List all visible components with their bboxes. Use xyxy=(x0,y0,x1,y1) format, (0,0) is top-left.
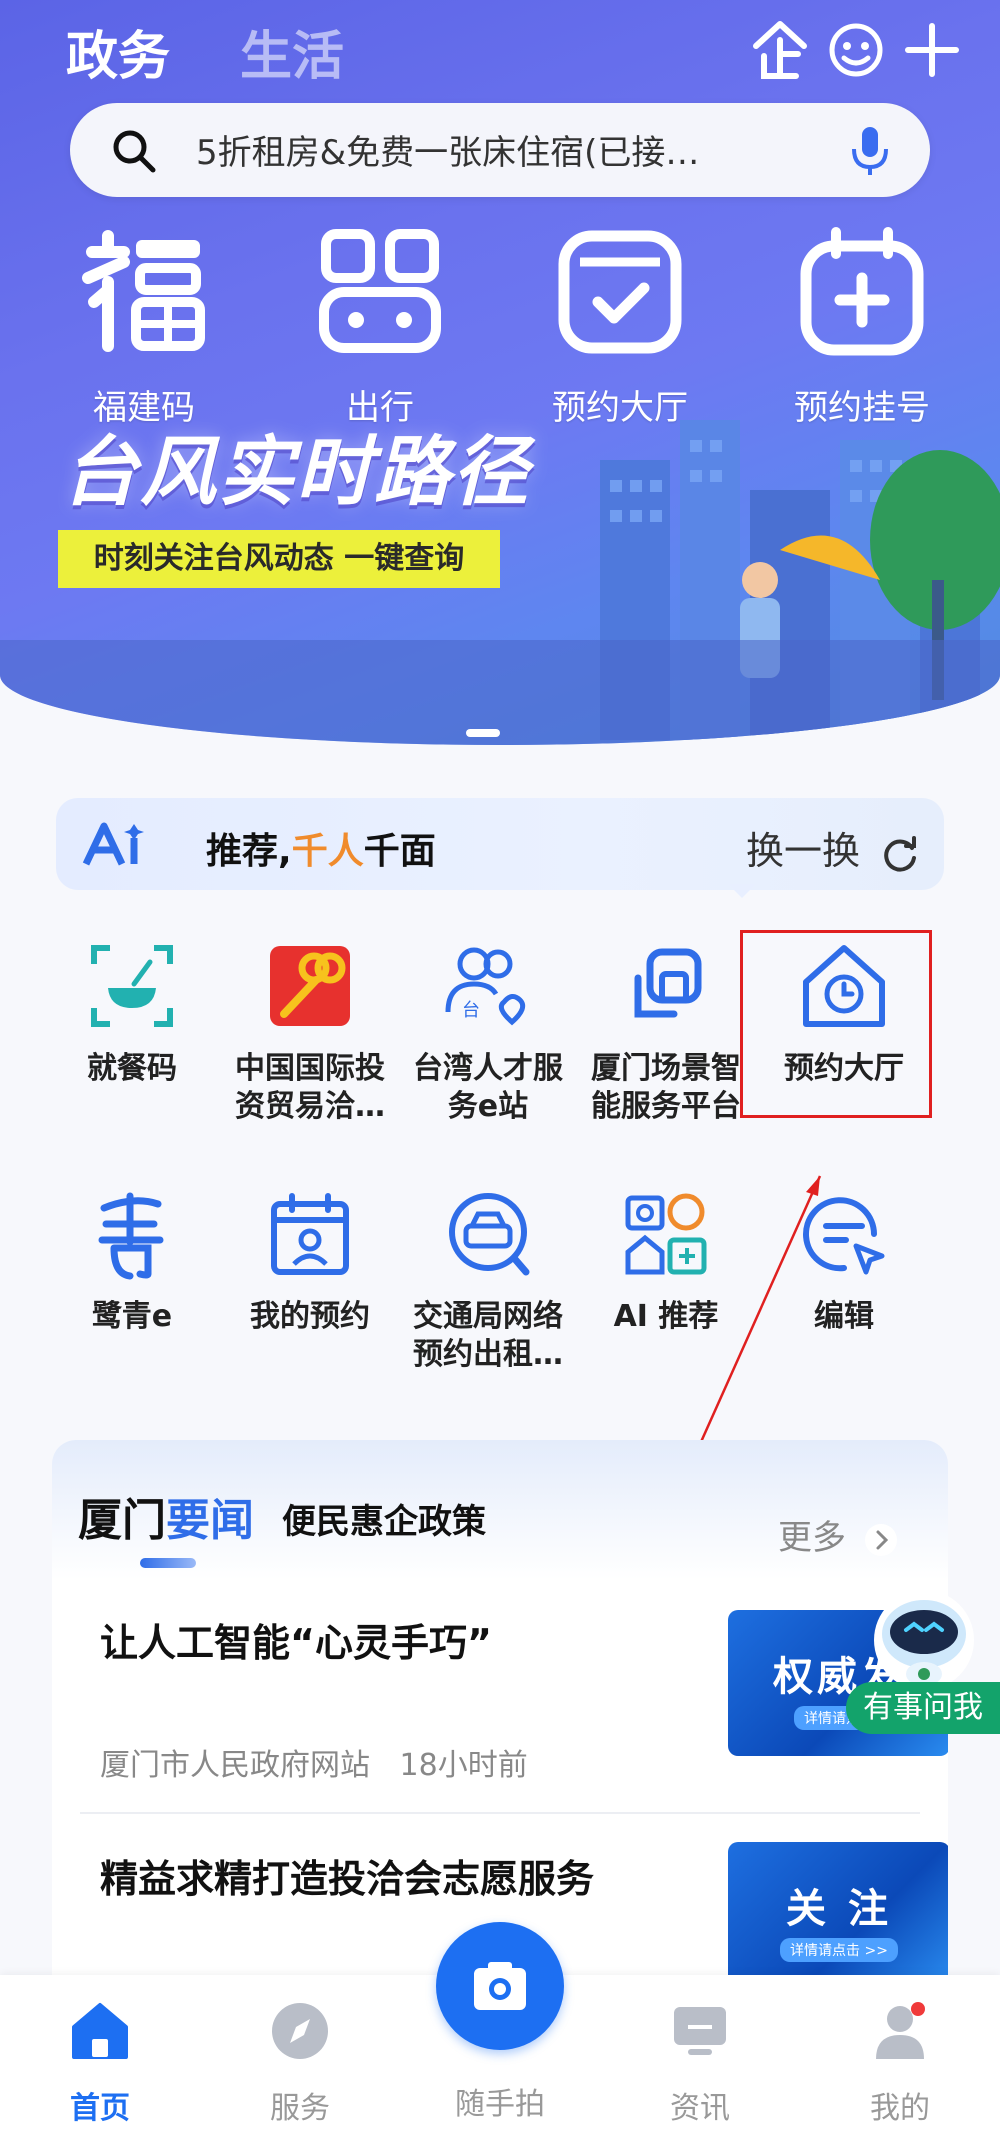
search-icon xyxy=(113,130,156,173)
news-item-meta: 厦门市人民政府网站 18小时前 xyxy=(100,1740,528,1784)
news-title-part-a: 厦门 xyxy=(78,1495,166,1546)
plus-icon[interactable] xyxy=(900,18,964,82)
assistant-float-button[interactable]: 有事问我 xyxy=(846,1586,1000,1736)
ai-recommend-icon xyxy=(625,1193,707,1275)
quick-booking-hall[interactable]: 预约大厅 xyxy=(520,222,720,429)
news-monitor-icon xyxy=(674,2007,726,2055)
chevron-right-icon xyxy=(864,1523,897,1556)
my-booking-icon xyxy=(271,1193,349,1275)
divider xyxy=(80,1812,920,1814)
compass-icon xyxy=(272,2003,328,2059)
news-item-title[interactable]: 让人工智能“心灵手巧” xyxy=(100,1612,492,1667)
grid-item-my-booking[interactable]: 我的预约 xyxy=(225,1186,395,1374)
tab-life[interactable]: 生活 xyxy=(240,14,344,89)
grid-item-label: 鹭青e xyxy=(91,1299,173,1334)
search-input[interactable]: 5折租房&免费一张床住宿(已接… xyxy=(196,125,796,174)
grid-item-scene-platform[interactable]: 厦门场景智能服务平台 xyxy=(581,938,751,1126)
recommend-title-mid: 千人 xyxy=(291,831,364,872)
news-tab-xiamen-news[interactable]: 厦门要闻 xyxy=(78,1484,254,1548)
active-tab-indicator xyxy=(140,1558,196,1568)
home-icon xyxy=(72,2003,128,2059)
refresh-icon xyxy=(884,835,917,872)
thumbnail-text: 关 注 xyxy=(786,1886,892,1932)
grid-item-ai-recommend[interactable]: AI 推荐 xyxy=(581,1186,751,1374)
news-source: 厦门市人民政府网站 xyxy=(100,1748,370,1783)
booking-calendar-icon xyxy=(558,230,682,354)
tab-government[interactable]: 政务 xyxy=(66,14,170,89)
grid-item-edit[interactable]: 编辑 xyxy=(759,1186,929,1374)
news-title-part-b: 要闻 xyxy=(166,1495,254,1546)
recommend-bar: 推荐,千人千面 换一换 xyxy=(56,798,944,890)
quick-travel[interactable]: 出行 xyxy=(280,222,480,429)
talent-service-icon: 台 xyxy=(445,947,526,1026)
recommend-title-a: 推荐, xyxy=(206,831,292,872)
grid-item-label: 编辑 xyxy=(814,1299,874,1334)
thumbnail-subtext: 详情请点击 >> xyxy=(780,1938,898,1962)
street-band xyxy=(0,640,1000,745)
assistant-label: 有事问我 xyxy=(846,1682,1000,1734)
grid-item-talent-service[interactable]: 台 台湾人才服务e站 xyxy=(403,938,573,1126)
nav-label: 首页 xyxy=(70,2091,130,2126)
edit-icon xyxy=(803,1197,885,1275)
medical-registration-icon xyxy=(800,227,924,356)
travel-icon xyxy=(319,229,441,353)
enterprise-icon[interactable] xyxy=(748,18,812,82)
grid-item-label: AI 推荐 xyxy=(613,1299,719,1334)
robot-assistant-icon xyxy=(874,1590,974,1690)
recommend-pointer xyxy=(728,884,756,898)
svg-text:台: 台 xyxy=(462,1000,480,1021)
recommend-title-b: 千面 xyxy=(363,831,436,872)
camera-button[interactable] xyxy=(436,1922,564,2050)
grid-item-label: 交通局网络预约出租… xyxy=(413,1299,563,1372)
news-tab-policy[interactable]: 便民惠企政策 xyxy=(282,1494,486,1543)
profile-icon xyxy=(876,2002,925,2059)
highlight-box xyxy=(740,930,932,1118)
more-label: 更多 xyxy=(778,1518,846,1558)
nav-label: 资讯 xyxy=(670,2091,730,2126)
refresh-label: 换一换 xyxy=(746,829,861,873)
grid-item-label: 我的预约 xyxy=(250,1299,370,1334)
more-link[interactable]: 更多 xyxy=(778,1510,899,1559)
refresh-button[interactable]: 换一换 xyxy=(746,820,920,875)
grid-item-meal-code[interactable]: 就餐码 xyxy=(47,938,217,1126)
microphone-icon[interactable] xyxy=(846,123,894,179)
grid-item-label: 中国国际投资贸易洽… xyxy=(235,1051,385,1124)
camera-icon xyxy=(474,1962,526,2010)
taxi-icon xyxy=(449,1193,530,1276)
ai-logo-icon xyxy=(82,822,144,866)
grid-item-taxi[interactable]: 交通局网络预约出租… xyxy=(403,1186,573,1374)
quick-registration[interactable]: 预约挂号 xyxy=(762,222,962,429)
scene-platform-icon xyxy=(634,948,702,1018)
support-icon[interactable] xyxy=(824,18,888,82)
search-bar[interactable]: 5折租房&免费一张床住宿(已接… xyxy=(70,103,930,197)
luqing-icon xyxy=(98,1192,164,1280)
quick-booking-hall-label: 预约大厅 xyxy=(552,388,688,428)
fujian-code-icon xyxy=(82,230,205,352)
nav-label: 我的 xyxy=(870,2091,930,2126)
recommend-title: 推荐,千人千面 xyxy=(206,822,436,874)
grid-item-luqing[interactable]: 鹭青e xyxy=(47,1186,217,1374)
grid-item-label: 就餐码 xyxy=(87,1051,177,1086)
banner-subtitle[interactable]: 时刻关注台风动态 一键查询 xyxy=(58,530,500,588)
trade-fair-icon xyxy=(270,946,350,1026)
nav-me[interactable]: 我的 xyxy=(800,1999,1000,2127)
news-thumbnail[interactable]: 关 注 详情请点击 >> xyxy=(728,1842,948,1988)
nav-label: 服务 xyxy=(270,2091,330,2126)
nav-label: 随手拍 xyxy=(455,2087,545,2122)
carousel-indicator xyxy=(466,729,500,737)
grid-item-label: 台湾人才服务e站 xyxy=(413,1051,563,1124)
news-card: 厦门要闻 便民惠企政策 更多 让人工智能“心灵手巧” 厦门市人民政府网站 18小… xyxy=(52,1440,948,2000)
nav-news[interactable]: 资讯 xyxy=(600,1999,800,2127)
news-time: 18小时前 xyxy=(399,1748,528,1783)
grid-item-label: 厦门场景智能服务平台 xyxy=(591,1051,741,1124)
meal-code-icon xyxy=(91,945,173,1027)
grid-item-trade-fair[interactable]: 中国国际投资贸易洽… xyxy=(225,938,395,1126)
nav-services[interactable]: 服务 xyxy=(200,1999,400,2127)
nav-home[interactable]: 首页 xyxy=(0,1999,200,2127)
news-item-title[interactable]: 精益求精打造投洽会志愿服务 xyxy=(100,1848,594,1903)
quick-registration-label: 预约挂号 xyxy=(794,388,930,428)
quick-fujian-code[interactable]: 福建码 xyxy=(44,222,244,429)
banner-title[interactable]: 台风实时路径 xyxy=(62,410,530,520)
top-banner: 政务 生活 5折租房&免费一张床住宿(已接… 福建码 出行 预约大厅 预约挂号 … xyxy=(0,0,1000,745)
